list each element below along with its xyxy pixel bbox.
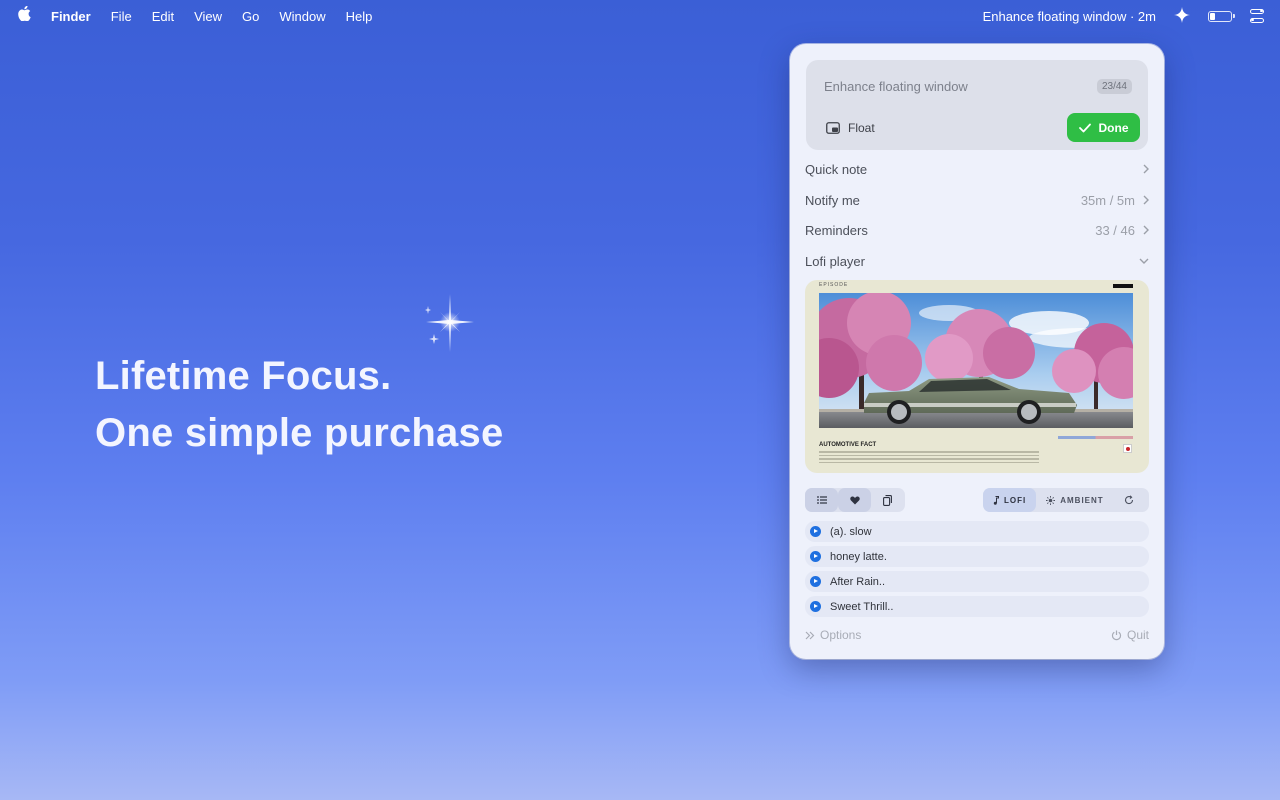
panel-footer: Options Quit	[805, 628, 1149, 642]
track-title: Sweet Thrill..	[830, 600, 894, 613]
copy-button[interactable]	[871, 488, 904, 512]
lofi-player-row[interactable]: Lofi player	[805, 250, 1149, 272]
reminders-label: Reminders	[805, 222, 868, 238]
ambient-sun-icon	[1046, 495, 1056, 505]
view-segment	[805, 488, 905, 512]
apple-logo-icon[interactable]	[18, 5, 31, 26]
mode-segment: LOFI AMBIENT	[983, 488, 1149, 512]
refresh-button[interactable]	[1114, 488, 1149, 512]
artwork-fact-title: AUTOMOTIVE FACT	[819, 442, 877, 448]
lofi-artwork: EPISODE AUTOMOTIVE FACT	[805, 280, 1149, 473]
power-icon	[1111, 630, 1122, 640]
options-label: Options	[820, 628, 862, 642]
notify-me-label: Notify me	[805, 192, 860, 208]
hero-line-1: Lifetime Focus.	[95, 354, 392, 398]
track-item[interactable]: After Rain..	[805, 571, 1149, 592]
track-title: After Rain..	[830, 575, 886, 588]
float-label: Float	[848, 121, 875, 135]
control-center-icon[interactable]	[1250, 9, 1264, 23]
artwork-fine-print	[819, 451, 1039, 465]
lofi-player-label: Lofi player	[805, 253, 865, 269]
notify-me-value: 35m / 5m	[1080, 192, 1135, 208]
artwork-image	[819, 293, 1133, 428]
menu-bar-left: Finder File Edit View Go Window Help	[18, 5, 392, 26]
task-title[interactable]: Enhance floating window	[824, 79, 968, 94]
play-icon[interactable]	[810, 526, 821, 537]
hero-line-2: One simple purchase	[95, 411, 504, 455]
quick-note-label: Quick note	[805, 161, 868, 177]
menu-bar-right: Enhance floating window · 2m	[965, 6, 1264, 26]
chevron-right-icon	[1143, 225, 1149, 235]
double-chevron-right-icon	[805, 631, 815, 639]
chevron-right-icon	[1143, 195, 1149, 205]
current-task-card: Enhance floating window 23/44 Float Done	[806, 60, 1148, 150]
track-title: honey latte.	[830, 550, 887, 563]
quick-note-row[interactable]: Quick note	[805, 158, 1149, 180]
artwork-bar	[1113, 284, 1133, 288]
play-icon[interactable]	[810, 601, 821, 612]
mode-ambient-button[interactable]: AMBIENT	[1036, 488, 1113, 512]
menu-view[interactable]: View	[194, 9, 222, 24]
quit-label: Quit	[1126, 628, 1149, 642]
done-label: Done	[1098, 120, 1129, 135]
track-item[interactable]: Sweet Thrill..	[805, 596, 1149, 617]
play-icon[interactable]	[810, 576, 821, 587]
notify-me-row[interactable]: Notify me 35m / 5m	[805, 189, 1149, 211]
task-count-badge: 23/44	[1096, 79, 1132, 94]
menu-app-name[interactable]: Finder	[51, 9, 91, 24]
menu-file[interactable]: File	[111, 9, 132, 24]
artwork-stripe	[1058, 436, 1133, 439]
checkmark-icon	[1078, 123, 1091, 132]
chevron-down-icon	[1139, 258, 1149, 264]
heart-icon	[849, 496, 860, 504]
focus-panel: Enhance floating window 23/44 Float Done…	[790, 44, 1164, 659]
quit-button[interactable]: Quit	[1111, 628, 1149, 642]
track-title: (a). slow	[830, 525, 872, 538]
artwork-episode-label: EPISODE	[819, 282, 849, 288]
music-note-icon	[993, 495, 999, 505]
done-button[interactable]: Done	[1067, 113, 1140, 142]
float-button[interactable]: Float	[826, 121, 875, 135]
favorites-button[interactable]	[838, 488, 871, 512]
menu-edit[interactable]: Edit	[152, 9, 174, 24]
options-button[interactable]: Options	[805, 628, 861, 642]
mode-ambient-label: AMBIENT	[1060, 495, 1104, 505]
mode-lofi-button[interactable]: LOFI	[983, 488, 1037, 512]
float-window-icon	[826, 122, 840, 134]
flag-icon	[1123, 444, 1132, 453]
menu-window[interactable]: Window	[279, 9, 325, 24]
copy-icon	[883, 494, 892, 506]
menu-bar: Finder File Edit View Go Window Help Enh…	[0, 0, 1280, 32]
menu-help[interactable]: Help	[346, 9, 373, 24]
focus-status-text[interactable]: Enhance floating window · 2m	[983, 9, 1156, 24]
menu-go[interactable]: Go	[242, 9, 259, 24]
sparkle-decoration-icon	[425, 294, 474, 352]
mode-lofi-label: LOFI	[1004, 495, 1027, 505]
battery-icon[interactable]	[1208, 10, 1235, 22]
hero-text: Lifetime Focus. One simple purchase	[95, 348, 503, 462]
sparkle-status-icon[interactable]	[1174, 6, 1190, 26]
list-view-button[interactable]	[805, 488, 838, 512]
chevron-right-icon	[1143, 164, 1149, 174]
list-icon	[816, 496, 827, 504]
play-icon[interactable]	[810, 551, 821, 562]
refresh-icon	[1124, 495, 1133, 505]
player-controls: LOFI AMBIENT	[805, 488, 1149, 512]
reminders-value: 33 / 46	[1095, 222, 1135, 238]
reminders-row[interactable]: Reminders 33 / 46	[805, 219, 1149, 241]
track-item[interactable]: honey latte.	[805, 546, 1149, 567]
track-item[interactable]: (a). slow	[805, 521, 1149, 542]
